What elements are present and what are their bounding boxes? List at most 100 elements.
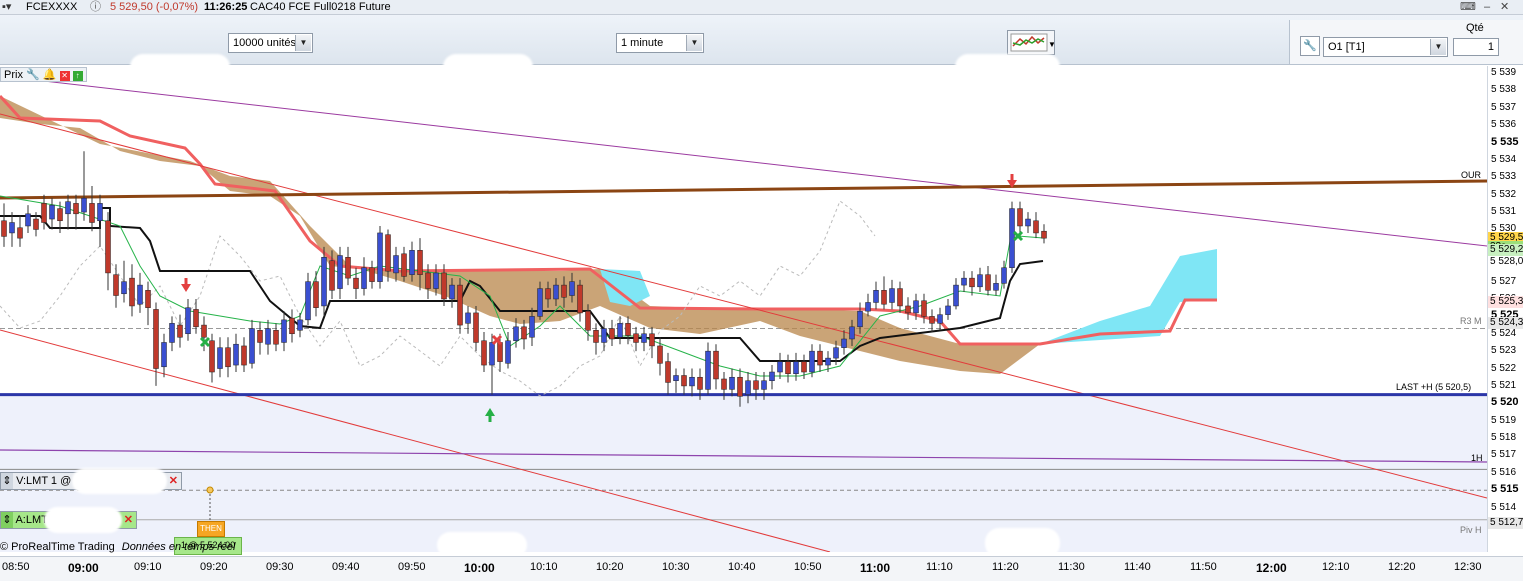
candle-body: [857, 310, 863, 328]
price-axis-label: 5 537: [1491, 101, 1517, 113]
candle-body: [833, 347, 839, 359]
time-axis-label: 11:20: [992, 561, 1019, 573]
wrench-icon[interactable]: 🔧: [1300, 36, 1320, 56]
time-axis-label: 09:00: [68, 561, 99, 575]
candle-body: [433, 272, 439, 289]
price-axis-label: 5 523: [1491, 345, 1517, 357]
candle-body: [897, 288, 903, 307]
account-select[interactable]: O1 [T1] ▼: [1323, 37, 1448, 57]
redacted-area: [44, 507, 122, 533]
candle-body: [65, 201, 71, 215]
candle-body: [201, 324, 207, 338]
wrench-icon[interactable]: 🔧: [26, 69, 40, 81]
info-icon[interactable]: ⓘ: [90, 0, 101, 14]
one-h-label: 1H: [1471, 453, 1483, 463]
candle-body: [1025, 218, 1031, 227]
candle-body: [649, 333, 655, 347]
keyboard-icon[interactable]: ⌨: [1460, 0, 1476, 14]
candle-body: [361, 267, 367, 289]
bell-icon[interactable]: 🔔: [43, 69, 57, 81]
units-select[interactable]: 10000 unités ▼: [228, 33, 313, 53]
price-axis-label: 5 532: [1491, 188, 1517, 200]
minimize-icon[interactable]: –: [1484, 0, 1490, 14]
candle-body: [609, 328, 615, 340]
cancel-order-icon[interactable]: ✕: [124, 512, 133, 528]
qty-label: Qté: [1466, 22, 1484, 34]
candle-body: [593, 330, 599, 343]
cancel-order-icon[interactable]: ✕: [169, 473, 178, 489]
candle-body: [273, 330, 279, 345]
candle-body: [737, 376, 743, 397]
time-axis[interactable]: [0, 556, 1523, 581]
indicators-button[interactable]: ▼: [1007, 30, 1056, 55]
candle-body: [825, 357, 831, 366]
time-axis-label: 09:50: [398, 561, 426, 573]
redacted-area: [72, 468, 167, 494]
buy-signal-arrow-icon: [488, 416, 492, 422]
pivot-label: Piv H: [1460, 525, 1482, 535]
candle-body: [561, 284, 567, 298]
candle-body: [385, 234, 391, 272]
add-icon[interactable]: ↑: [72, 71, 83, 81]
time-axis-label: 09:20: [200, 561, 228, 573]
candle-body: [929, 316, 935, 324]
candle-body: [881, 290, 887, 305]
time-axis-label: 12:20: [1388, 561, 1416, 573]
candle-body: [425, 272, 431, 289]
then-order-badge[interactable]: THEN: [197, 521, 225, 537]
window-menu-icon[interactable]: ▪▾: [2, 0, 11, 14]
candle-body: [289, 317, 295, 335]
redacted-area: [437, 532, 527, 558]
candle-body: [17, 227, 23, 239]
candle-body: [817, 350, 823, 366]
price-tag: 5 529,2: [1488, 244, 1523, 257]
price-axis-label: 5 539: [1491, 67, 1517, 78]
footer-note: © ProRealTime Trading Données en temps r…: [0, 541, 235, 553]
candle-body: [225, 347, 231, 368]
candle-body: [457, 284, 463, 326]
our-line-label: OUR: [1461, 170, 1481, 180]
candle-body: [217, 347, 223, 369]
chevron-down-icon: ▼: [295, 35, 311, 51]
candle-body: [121, 281, 127, 295]
candle-body: [129, 277, 135, 307]
candle-body: [681, 375, 687, 387]
close-icon[interactable]: ✕: [1500, 0, 1509, 14]
candle-body: [961, 277, 967, 286]
copyright-text: © ProRealTime Trading: [0, 541, 115, 553]
candle-body: [177, 324, 183, 338]
candle-body: [633, 333, 639, 343]
drag-handle-icon[interactable]: ⇕: [1, 512, 13, 528]
candle-body: [665, 361, 671, 383]
candle-body: [745, 380, 751, 395]
candle-body: [601, 328, 607, 343]
price-axis-label: 5 518: [1491, 432, 1517, 444]
candle-body: [49, 204, 55, 220]
candle-body: [81, 197, 87, 213]
candle-body: [417, 250, 423, 275]
price-axis-label: 5 534: [1491, 153, 1517, 165]
sell-signal-arrow-icon: [1010, 174, 1014, 180]
interval-select[interactable]: 1 minute ▼: [616, 33, 704, 53]
candle-body: [657, 345, 663, 364]
price-axis-label: 5 536: [1491, 119, 1517, 131]
qty-input[interactable]: 1: [1453, 38, 1499, 56]
candle-body: [689, 376, 695, 387]
drag-handle-icon[interactable]: ⇕: [1, 473, 13, 489]
candle-body: [329, 260, 335, 291]
chevron-down-icon: ▼: [686, 35, 702, 51]
candle-body: [185, 307, 191, 335]
instrument-name[interactable]: FCEXXXX: [26, 0, 77, 14]
candle-body: [9, 222, 15, 234]
candle-body: [441, 272, 447, 300]
candle-body: [297, 319, 303, 331]
units-select-value: 10000 unités: [233, 37, 296, 49]
interval-select-value: 1 minute: [621, 37, 664, 49]
candle-body: [73, 203, 79, 215]
price-tag: 5 512,7: [1488, 517, 1523, 530]
buy-order-label: A:LMT: [15, 514, 48, 526]
price-axis-label: 5 531: [1491, 206, 1517, 218]
price-chart[interactable]: [0, 66, 1487, 552]
candle-body: [553, 284, 559, 300]
remove-icon[interactable]: ✕: [59, 71, 70, 81]
